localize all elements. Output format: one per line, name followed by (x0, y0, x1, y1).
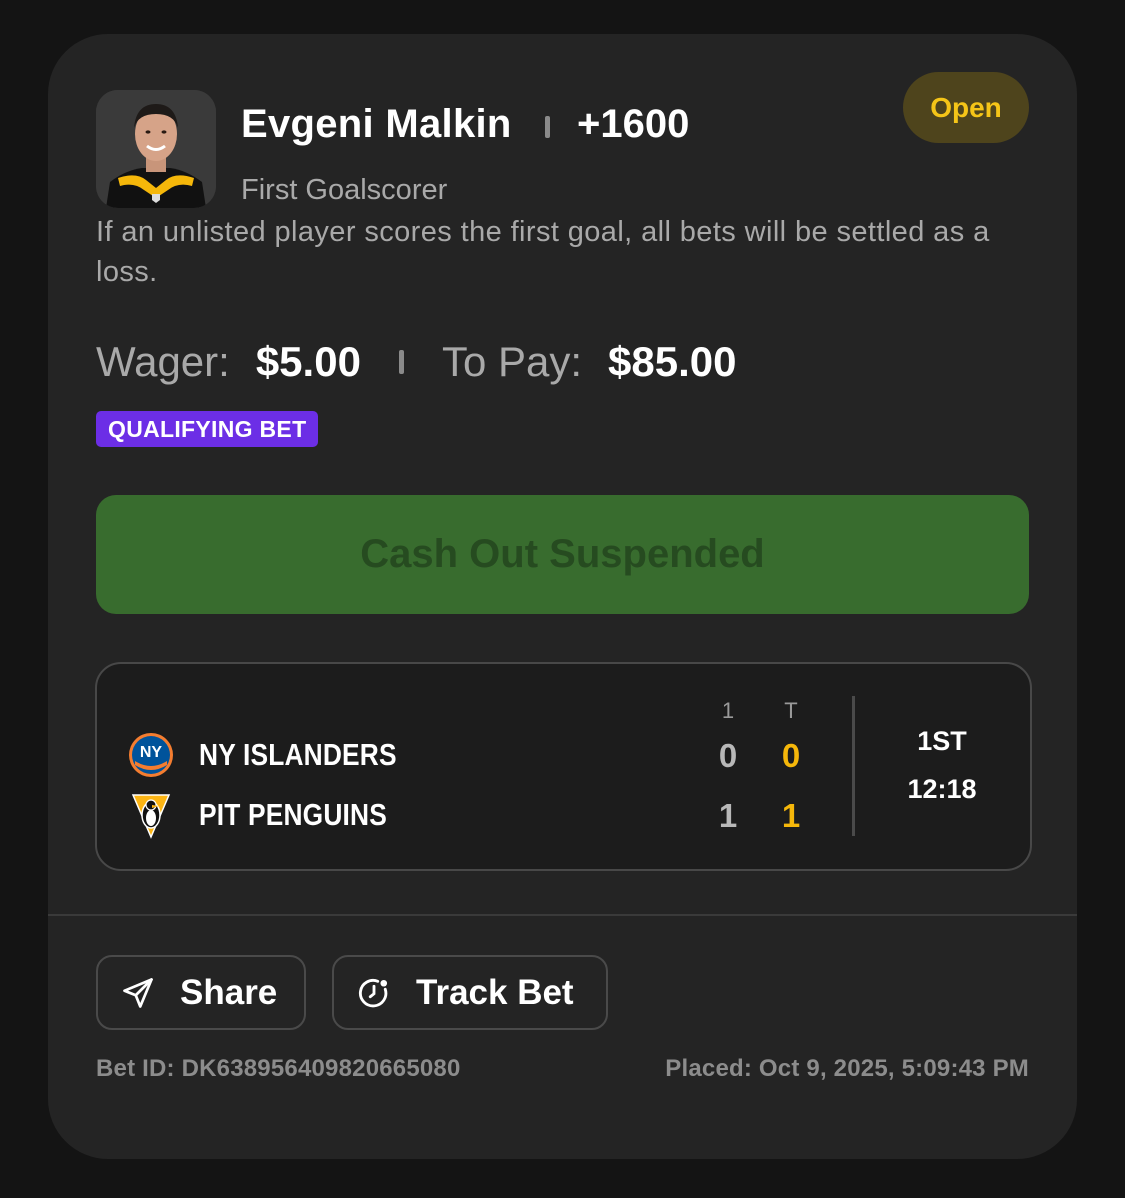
section-divider (48, 914, 1077, 916)
to-pay-value: $85.00 (608, 338, 737, 385)
bet-odds: +1600 (577, 102, 690, 146)
cash-out-button[interactable]: Cash Out Suspended (96, 495, 1029, 614)
share-button[interactable]: Share (96, 955, 306, 1030)
player-avatar (96, 90, 216, 208)
to-pay-label: To Pay: (441, 338, 583, 385)
total-header: T (784, 698, 798, 723)
clock-icon (356, 975, 392, 1011)
track-bet-button[interactable]: Track Bet (332, 955, 608, 1030)
wager-label: Wager: (96, 338, 230, 385)
penguins-logo-icon (127, 791, 175, 839)
bet-id: Bet ID: DK638956409820665080 (96, 1055, 461, 1082)
qualifying-bet-badge: QUALIFYING BET (96, 411, 319, 447)
game-period: 1ST (917, 726, 967, 756)
game-clock: 12:18 (907, 774, 977, 804)
wager-row: Wager: $5.00 To Pay: $85.00 (96, 334, 736, 390)
islanders-logo-icon: NY (127, 731, 175, 779)
team-name: PIT PENGUINS (199, 797, 387, 832)
total-score: 1 (781, 797, 801, 834)
market-name: First Goalscorer (241, 174, 448, 206)
bet-card: Evgeni Malkin +1600 Open First Goalscore… (48, 34, 1077, 1159)
market-rule-text: If an unlisted player scores the first g… (96, 216, 990, 288)
wager-value: $5.00 (255, 338, 361, 385)
period-score: 0 (718, 737, 738, 774)
period-score: 1 (718, 797, 738, 834)
scoreboard-divider (852, 696, 855, 836)
svg-text:NY: NY (140, 744, 163, 761)
placed-timestamp: Placed: Oct 9, 2025, 5:09:43 PM (665, 1055, 1029, 1082)
total-score: 0 (781, 737, 801, 774)
scoreboard[interactable]: 1 T NY NY ISLANDERS 0 0 PIT PENGUINS 1 1… (95, 662, 1032, 871)
team-name: NY ISLANDERS (199, 737, 397, 772)
status-badge: Open (903, 72, 1029, 143)
period-header: 1 (721, 698, 735, 723)
wager-separator (398, 350, 404, 374)
send-icon (120, 975, 156, 1011)
title-separator (545, 116, 550, 138)
share-label: Share (180, 972, 278, 1012)
track-bet-label: Track Bet (416, 972, 574, 1012)
player-name: Evgeni Malkin (241, 102, 512, 146)
